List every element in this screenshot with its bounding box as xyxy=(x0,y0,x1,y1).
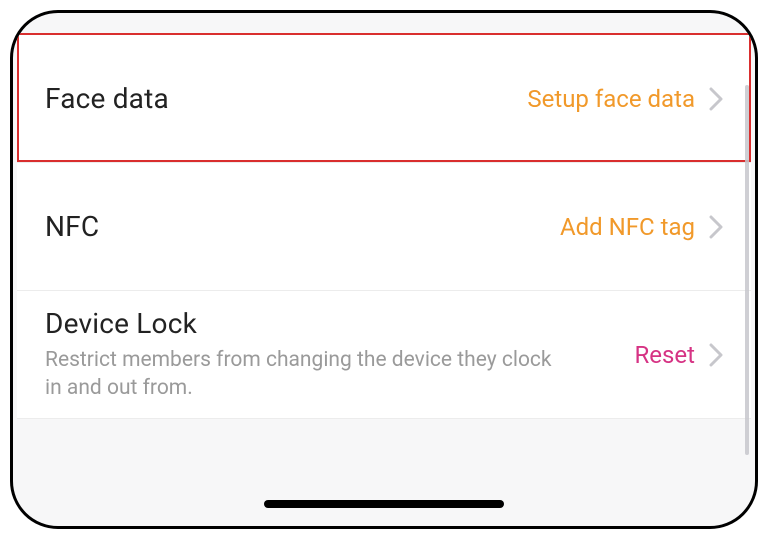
chevron-right-icon xyxy=(709,343,723,367)
nfc-action[interactable]: Add NFC tag xyxy=(560,213,695,241)
row-device-lock-left: Device Lock Restrict members from changi… xyxy=(45,307,635,403)
row-nfc-title: NFC xyxy=(45,210,560,243)
device-frame: Face data Setup face data NFC Add NFC ta… xyxy=(10,10,758,529)
home-indicator[interactable] xyxy=(264,500,504,508)
row-device-lock[interactable]: Device Lock Restrict members from changi… xyxy=(17,291,751,419)
row-nfc-right: Add NFC tag xyxy=(560,213,723,241)
chevron-right-icon xyxy=(709,215,723,239)
row-device-lock-title: Device Lock xyxy=(45,307,635,340)
row-device-lock-right: Reset xyxy=(635,341,723,369)
row-face-data-title: Face data xyxy=(45,82,527,115)
row-face-data[interactable]: Face data Setup face data xyxy=(17,35,751,163)
row-nfc[interactable]: NFC Add NFC tag xyxy=(17,163,751,291)
settings-list: Face data Setup face data NFC Add NFC ta… xyxy=(17,35,751,482)
device-lock-reset-action[interactable]: Reset xyxy=(635,341,695,369)
face-data-action[interactable]: Setup face data xyxy=(527,85,695,113)
row-face-data-left: Face data xyxy=(45,82,527,115)
chevron-right-icon xyxy=(709,87,723,111)
row-face-data-right: Setup face data xyxy=(527,85,723,113)
scrollbar[interactable] xyxy=(745,85,749,455)
row-device-lock-subtitle: Restrict members from changing the devic… xyxy=(45,346,565,403)
row-nfc-left: NFC xyxy=(45,210,560,243)
